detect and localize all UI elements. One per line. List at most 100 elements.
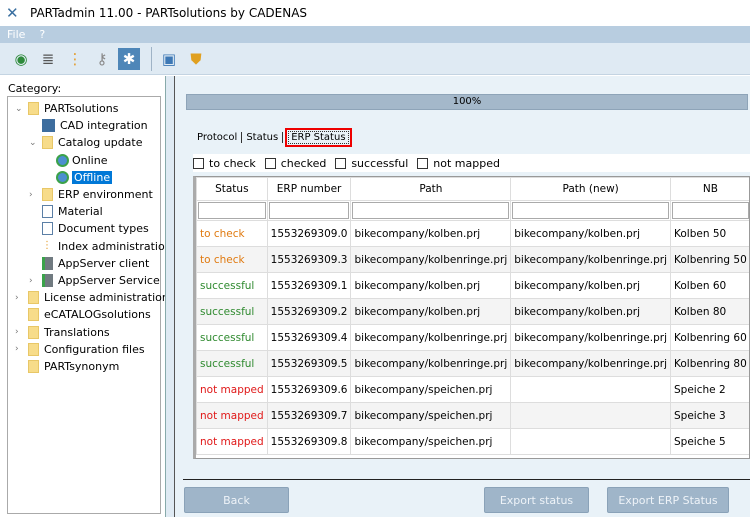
checkbox[interactable]	[335, 157, 347, 169]
table-cell: 1553269309.2	[266, 298, 352, 325]
tree-item-label: Offline	[72, 170, 113, 184]
table-cell: Kolbenring 50	[670, 246, 749, 273]
tree-item[interactable]: ⋮ Index administration	[42, 238, 172, 255]
column-filter-input[interactable]	[198, 202, 266, 219]
empty-cell	[197, 455, 268, 459]
tree-item[interactable]: › ERP environment	[29, 186, 153, 203]
hierarchy-icon[interactable]: ⋮	[64, 48, 86, 70]
column-filter-cell	[510, 200, 672, 221]
column-header[interactable]: Path	[350, 177, 512, 201]
tree-item-label: AppServer client	[58, 256, 150, 270]
chevron-down-icon[interactable]: ⌄	[15, 104, 23, 114]
globe-icon	[56, 170, 69, 184]
table-row[interactable]: successful 1553269309.5 bikecompany/kolben…	[196, 350, 749, 377]
tree-item[interactable]: Material	[42, 203, 103, 220]
chevron-right-icon[interactable]: ›	[29, 190, 33, 200]
table-cell: Speiche 2	[670, 376, 749, 403]
tree-item[interactable]: › Configuration files	[15, 341, 145, 358]
filter-successful[interactable]: successful	[335, 157, 408, 170]
filter-checked[interactable]: checked	[264, 157, 326, 170]
table-row[interactable]: to check 1553269309.3 bikecompany/kolbenri…	[196, 246, 749, 273]
table-cell: bikecompany/kolbenringe.prj	[350, 350, 512, 377]
table-cell: bikecompany/kolbenringe.prj	[350, 324, 512, 351]
table-row[interactable]: successful 1553269309.4 bikecompany/kolben…	[196, 324, 749, 351]
toolbar: ◉ ≣ ⋮ ⚷ ✱ ▣ ⛊	[0, 43, 750, 75]
tree-item[interactable]: Document types	[42, 220, 149, 237]
tab-status[interactable]: Status	[242, 131, 284, 143]
tree-item[interactable]: › AppServer Service	[29, 272, 160, 289]
tree-item[interactable]: Online	[56, 152, 107, 169]
tree-item[interactable]: › Translations	[15, 324, 110, 341]
tree-item[interactable]: Offline	[56, 169, 113, 186]
tree-item[interactable]: CAD integration	[42, 117, 148, 134]
column-filter-input[interactable]	[672, 202, 749, 219]
table-cell: bikecompany/speichen.prj	[350, 402, 512, 429]
chevron-right-icon[interactable]: ›	[29, 276, 33, 286]
column-header[interactable]: Path (new)	[510, 177, 672, 201]
status-cell: successful	[196, 272, 268, 299]
column-header[interactable]: ERP number	[266, 177, 352, 201]
tree-item-label: Configuration files	[44, 342, 145, 356]
table-row[interactable]: successful 1553269309.1 bikecompany/kolben…	[196, 272, 749, 299]
chevron-right-icon[interactable]: ›	[15, 293, 19, 303]
document-icon	[42, 222, 53, 236]
folder-icon	[42, 188, 53, 201]
tree-item[interactable]: PARTsynonym	[28, 358, 119, 375]
table-cell: bikecompany/kolben.prj	[350, 272, 512, 299]
checkbox[interactable]	[193, 157, 204, 169]
column-filter-input[interactable]	[268, 202, 350, 219]
filter-not-mapped[interactable]: not mapped	[417, 157, 500, 170]
table-row[interactable]: not mapped 1553269309.8 bikecompany/speich…	[196, 428, 749, 455]
tree-item[interactable]: ⌄ Catalog update	[29, 134, 143, 151]
tree-item[interactable]: › License administration	[15, 289, 169, 306]
column-header[interactable]: NB	[670, 177, 749, 201]
tab-erp-status[interactable]: ERP Status	[285, 127, 352, 147]
filter-label: to check	[209, 156, 256, 170]
column-filter-input[interactable]	[512, 202, 670, 219]
folder-icon	[28, 291, 39, 305]
table-cell: Kolbenring 80	[670, 350, 749, 377]
table-cell: bikecompany/kolbenringe.prj	[510, 350, 672, 377]
tree-item-label: Index administration	[58, 239, 172, 253]
table-cell: 1553269309.3	[266, 246, 352, 273]
table-cell: 1553269309.4	[266, 324, 352, 351]
chevron-right-icon[interactable]: ›	[15, 344, 19, 354]
chevron-down-icon[interactable]: ⌄	[29, 138, 37, 148]
tree-item-label: Document types	[58, 222, 149, 236]
table-row[interactable]: not mapped 1553269309.6 bikecompany/speich…	[196, 376, 749, 403]
table-row[interactable]: not mapped 1553269309.7 bikecompany/speich…	[196, 402, 749, 429]
filter-to-check[interactable]: to check	[193, 157, 256, 170]
refresh-icon[interactable]: ◉	[10, 48, 32, 70]
export-status-button[interactable]: Export status	[484, 487, 589, 513]
tree-item[interactable]: AppServer client	[42, 255, 149, 272]
table-row[interactable]: successful 1553269309.2 bikecompany/kolben…	[196, 298, 749, 325]
filter-label: successful	[351, 156, 409, 170]
folder-icon	[28, 325, 39, 339]
server-icon	[42, 274, 53, 287]
table-cell: bikecompany/kolben.prj	[510, 220, 672, 247]
checkbox[interactable]	[264, 157, 276, 169]
empty-cell	[267, 455, 351, 459]
column-filter-input[interactable]	[352, 202, 510, 219]
column-header[interactable]: Status	[196, 177, 268, 201]
folder-icon	[28, 102, 39, 115]
database-icon[interactable]: ≣	[37, 48, 59, 70]
status-cell: successful	[196, 298, 268, 325]
menu-help[interactable]: ?	[32, 28, 52, 41]
back-button[interactable]: Back	[184, 487, 289, 513]
tree-item[interactable]: ⌄ PARTsolutions	[15, 100, 119, 117]
chevron-right-icon[interactable]: ›	[15, 327, 19, 337]
save-icon[interactable]: ▣	[158, 48, 180, 70]
export-erp-status-button[interactable]: Export ERP Status	[607, 487, 729, 513]
splitter[interactable]	[165, 76, 175, 517]
table-cell: 1553269309.0	[266, 220, 352, 247]
checkbox[interactable]	[417, 157, 429, 169]
settings-icon[interactable]: ✱	[118, 47, 140, 70]
table-row[interactable]: to check 1553269309.0 bikecompany/kolben.p…	[196, 220, 749, 247]
keys-icon[interactable]: ⚷	[91, 48, 113, 70]
tab-protocol[interactable]: Protocol	[193, 131, 243, 143]
menu-file[interactable]: File	[0, 28, 32, 41]
tree-item[interactable]: eCATALOGsolutions	[28, 306, 151, 323]
globe-icon	[56, 153, 69, 167]
shield-icon[interactable]: ⛊	[185, 48, 207, 70]
